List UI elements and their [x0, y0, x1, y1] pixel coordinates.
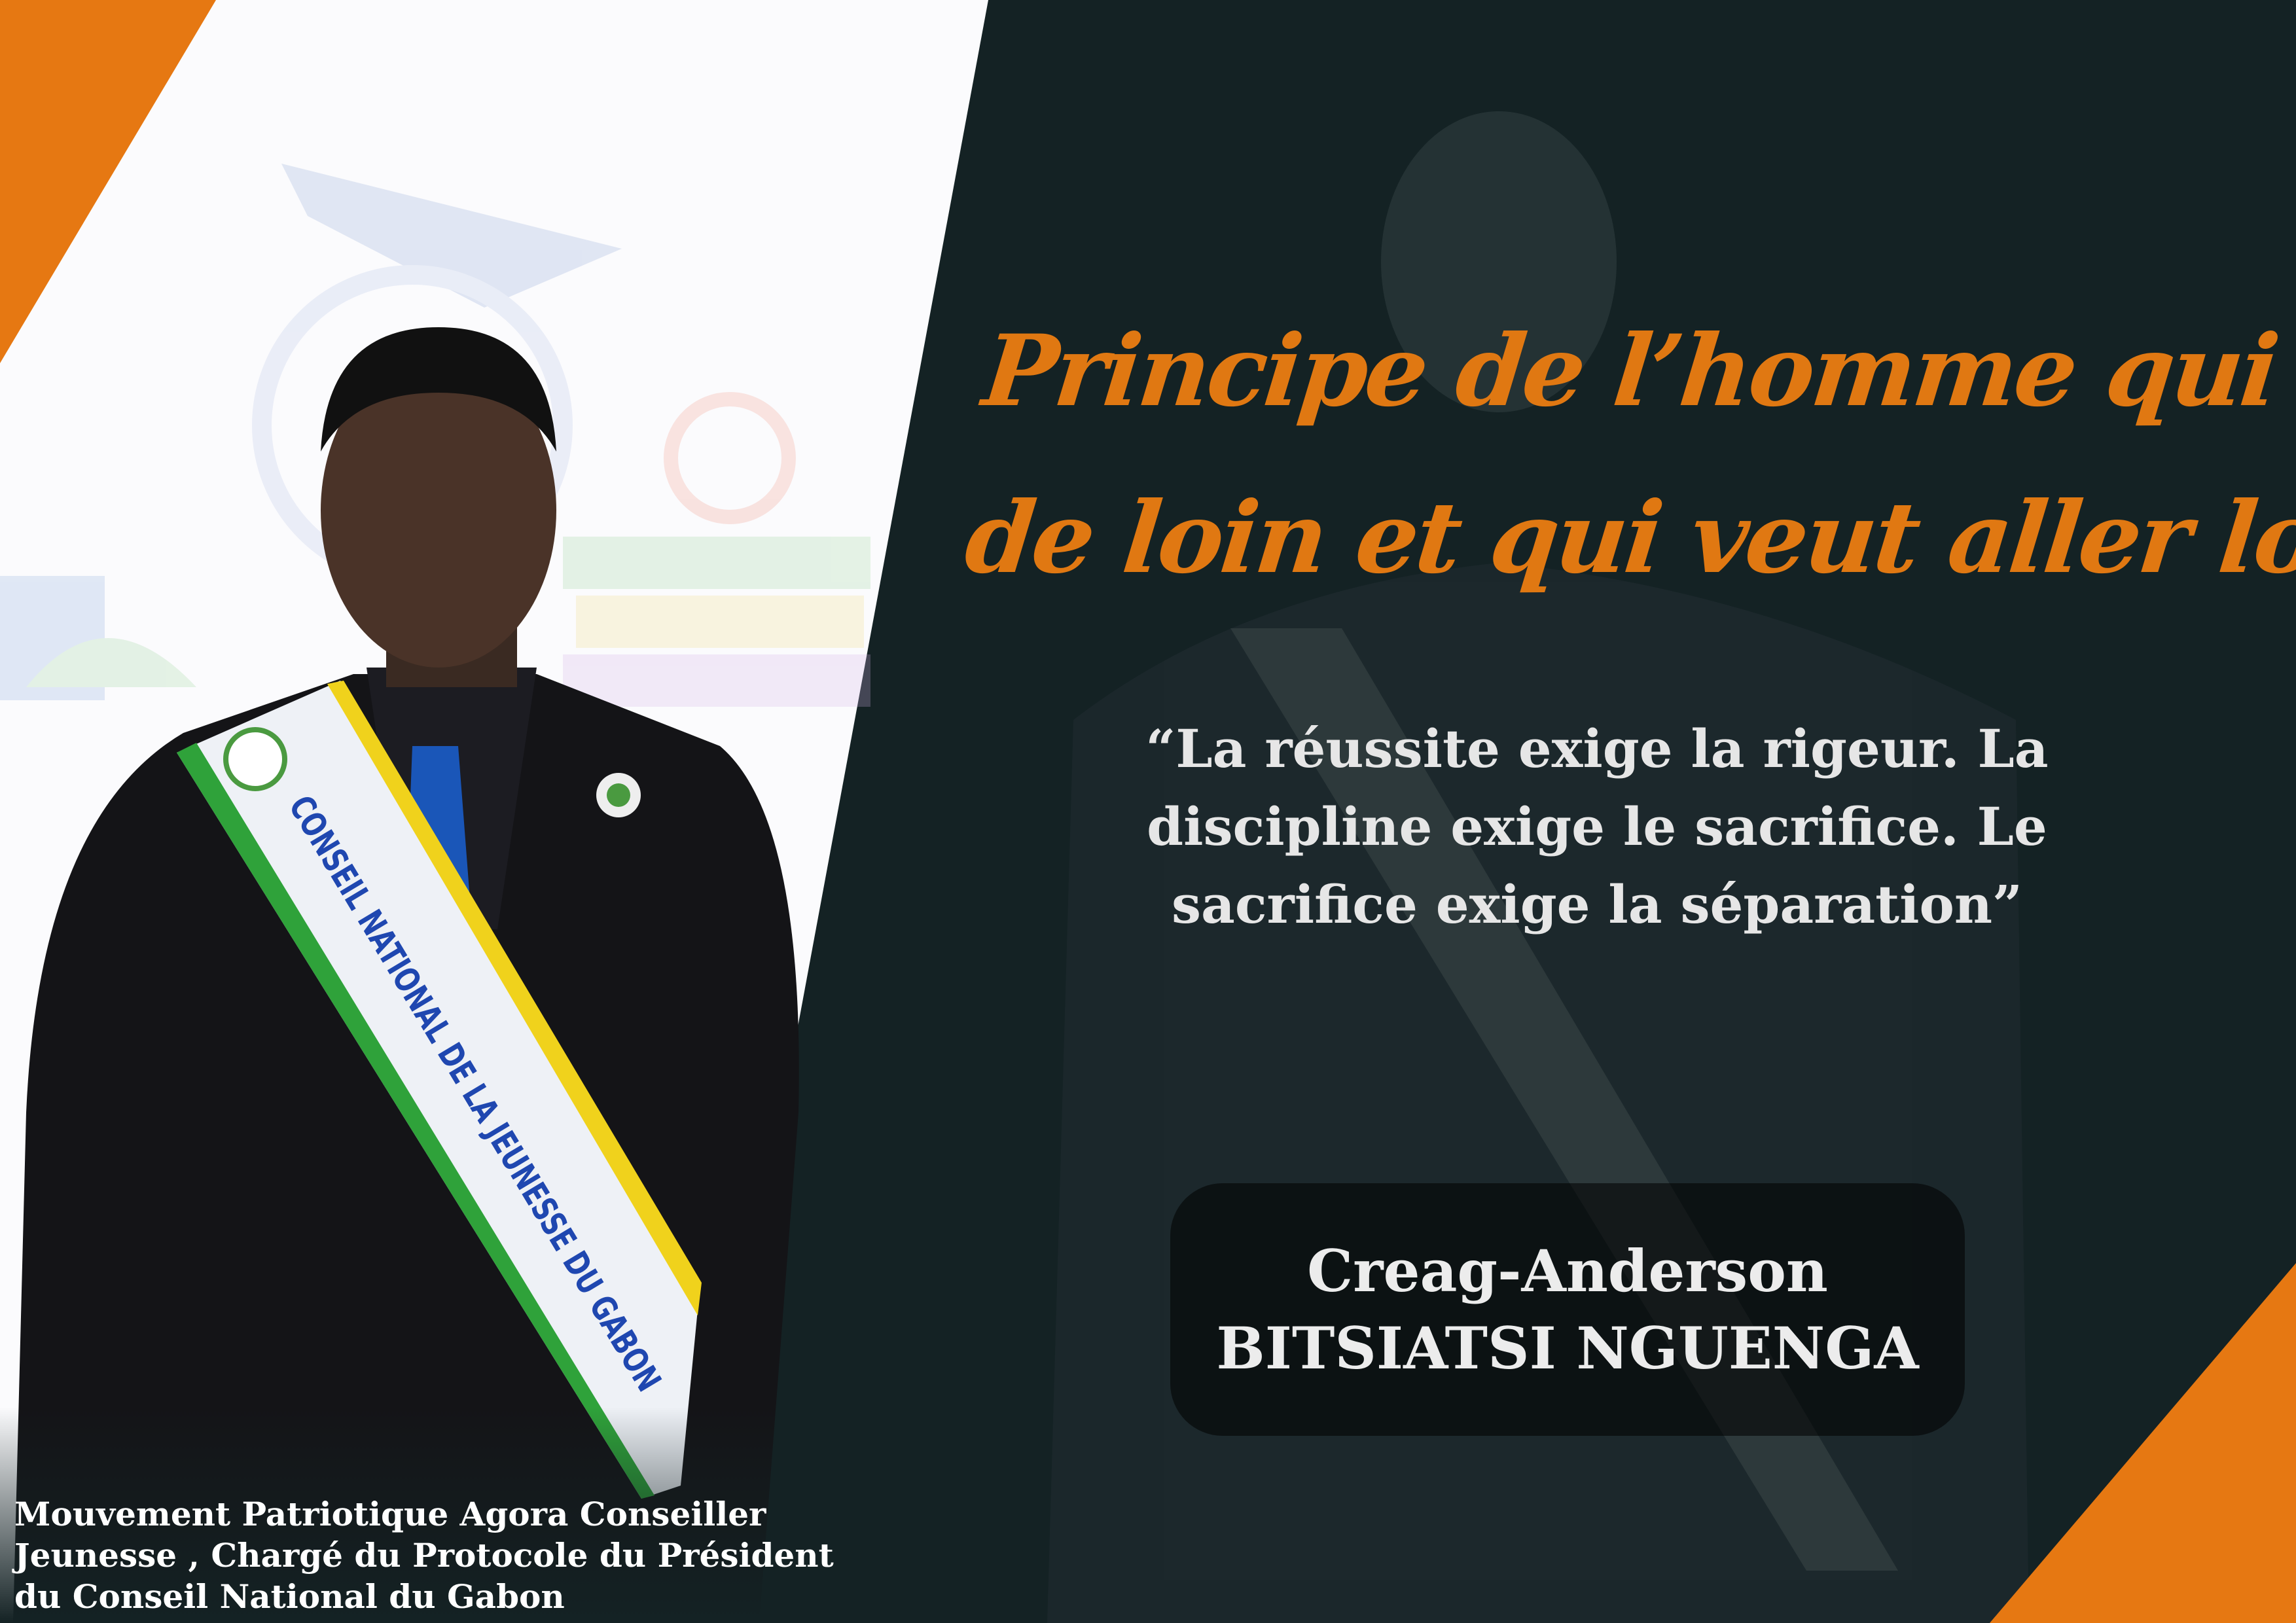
quote-line-3: sacrifice exige la séparation” [1171, 874, 2023, 935]
caption-line-2: Jeunesse , Chargé du Protocole du Présid… [14, 1536, 834, 1575]
caption-line-3: du Conseil National du Gabon [14, 1577, 565, 1616]
headline-line-2: de loin et qui veut aller loin [960, 480, 2296, 596]
last-name: BITSIATSI NGUENGA [1216, 1314, 1919, 1382]
quote-line-2: discipline exige le sacrifice. Le [1147, 796, 2047, 857]
headline-line-1: Principe de l’homme qui vient [978, 313, 2296, 429]
caption-line-1: Mouvement Patriotique Agora Conseiller [14, 1495, 766, 1533]
role-caption: Mouvement Patriotique Agora Conseiller J… [14, 1493, 834, 1617]
headline: Principe de l’homme qui vient de loin et… [958, 288, 2296, 622]
quote-line-1: “La réussite exige la rigeur. La [1145, 718, 2049, 779]
quote: “La réussite exige la rigeur. La discipl… [975, 710, 2219, 944]
name-box: Creag-Anderson BITSIATSI NGUENGA [1170, 1183, 1965, 1436]
orange-corner-bottom-right [1990, 1263, 2296, 1623]
first-name: Creag-Anderson [1307, 1237, 1828, 1305]
